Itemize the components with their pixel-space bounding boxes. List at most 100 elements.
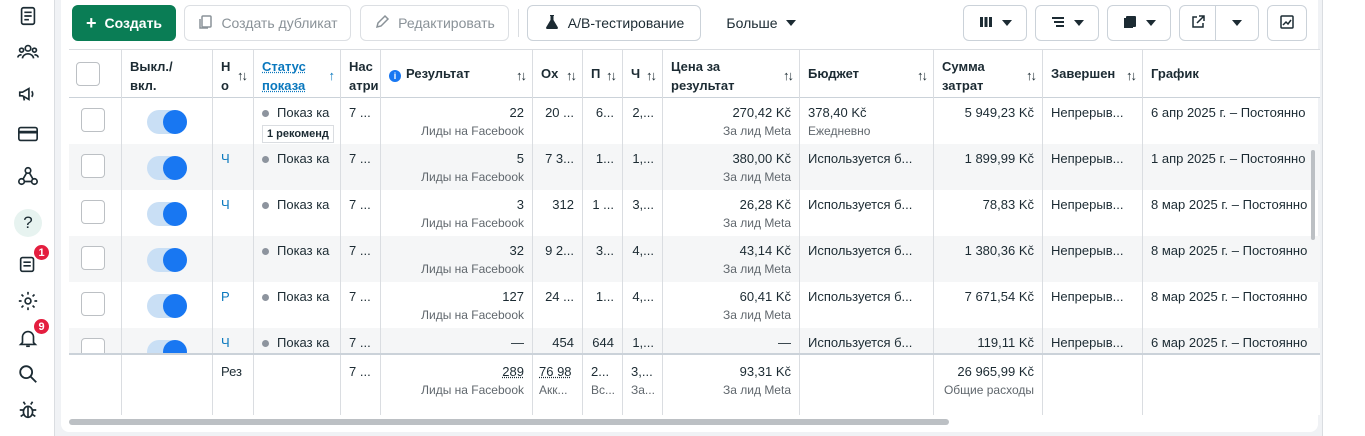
- billing-card-icon[interactable]: [14, 120, 42, 148]
- status-text: Показ ка: [277, 151, 330, 166]
- name-column-header[interactable]: Н о ↑↓: [213, 50, 254, 98]
- schedule-cell: 8 мар 2025 г. – Постоянно: [1151, 197, 1308, 212]
- chevron-down-icon: [1232, 20, 1242, 26]
- totals-row: Рез 7 ... 289 Лиды на Facebook 76 98 Акк…: [69, 353, 1320, 415]
- edit-button[interactable]: Редактировать: [360, 5, 509, 41]
- budget-cell: 378,40 Kč Ежедневно: [800, 98, 934, 144]
- megaphone-icon[interactable]: [14, 80, 42, 108]
- schedule-cell: 8 мар 2025 г. – Постоянно: [1151, 243, 1308, 258]
- chevron-down-icon: [785, 20, 796, 26]
- result-cell: 5 Лиды на Facebook: [381, 144, 533, 190]
- search-icon[interactable]: [14, 360, 42, 388]
- table-row[interactable]: Р Показ ка 7 ... 127 Лиды на Facebook 24 ... 1…: [69, 282, 1320, 328]
- recommendation-badge[interactable]: 1 рекоменд: [262, 125, 334, 143]
- flask-icon: [544, 14, 560, 33]
- campaign-toggle[interactable]: [147, 294, 187, 318]
- bell-icon[interactable]: 9: [14, 318, 50, 352]
- create-button[interactable]: + Создать: [72, 5, 176, 41]
- toggle-knob: [163, 248, 187, 272]
- columns-button[interactable]: [963, 5, 1027, 41]
- frequency-column-header[interactable]: Ч ↑↓: [623, 50, 663, 98]
- campaign-toggle[interactable]: [147, 110, 187, 134]
- toggle-knob: [163, 156, 187, 180]
- chart-icon: [1279, 14, 1295, 33]
- frequency-cell: 4,...: [623, 282, 663, 328]
- toggle-knob: [163, 294, 187, 318]
- table-row[interactable]: Показ ка 1 рекоменд 7 ... 22 Лиды на Faceboo…: [69, 98, 1320, 144]
- sort-icon: ↑↓: [783, 68, 794, 83]
- duplicate-button[interactable]: Создать дубликат: [184, 5, 351, 41]
- toggle-column-header[interactable]: Выкл./ вкл.: [122, 50, 213, 98]
- audience-icon[interactable]: [14, 38, 42, 66]
- budget-cell: Используется б...: [800, 282, 934, 328]
- horizontal-scrollbar[interactable]: [69, 419, 949, 425]
- budget-cell: Используется б...: [800, 144, 934, 190]
- row-checkbox[interactable]: [81, 292, 105, 316]
- charts-button[interactable]: [1267, 5, 1307, 41]
- table-row[interactable]: Показ ка 7 ... 32 Лиды на Facebook 9 2... 3..…: [69, 236, 1320, 282]
- budget-cell: Используется б...: [800, 190, 934, 236]
- row-checkbox[interactable]: [81, 200, 105, 224]
- result-column-header[interactable]: i Результат ↑↓: [381, 50, 533, 98]
- pages-icon[interactable]: [14, 2, 42, 30]
- reach-cell: 312: [533, 190, 583, 236]
- row-checkbox[interactable]: [81, 246, 105, 270]
- status-text: Показ ка: [277, 243, 330, 258]
- cost-per-result-cell: 270,42 Kč За лид Meta: [663, 98, 800, 144]
- row-checkbox[interactable]: [81, 154, 105, 178]
- reach-cell: 20 ...: [533, 98, 583, 144]
- row-checkbox[interactable]: [81, 108, 105, 132]
- attribution-column-header[interactable]: Нас атри: [341, 50, 381, 98]
- totals-amount-spent: 26 965,99 Kč Общие расходы: [934, 355, 1043, 415]
- chevron-down-icon: [1074, 20, 1084, 26]
- cost-per-result-column-header[interactable]: Цена за результат ↑↓: [663, 50, 800, 98]
- campaign-toggle[interactable]: [147, 248, 187, 272]
- toggle-cell: [122, 98, 213, 144]
- status-column-header[interactable]: Статус показа ↑: [254, 50, 341, 98]
- impressions-cell: 3...: [583, 236, 623, 282]
- totals-reach: 76 98 Акк...: [533, 355, 583, 415]
- impressions-column-header[interactable]: П ↑↓: [583, 50, 623, 98]
- campaign-name-link[interactable]: Р: [213, 282, 254, 328]
- campaign-name-link[interactable]: [213, 236, 254, 282]
- attribution-cell: 7 ...: [341, 98, 381, 144]
- table-row[interactable]: Ч Показ ка 7 ... 5 Лиды на Facebook 7 3... 1..…: [69, 144, 1320, 190]
- export-dropdown[interactable]: [1215, 5, 1259, 41]
- table-row[interactable]: Ч Показ ка 7 ... 3 Лиды на Facebook 312 1 ... 3…: [69, 190, 1320, 236]
- network-icon[interactable]: [14, 162, 42, 190]
- campaign-toggle[interactable]: [147, 202, 187, 226]
- help-icon[interactable]: ?: [14, 209, 42, 237]
- export-button[interactable]: [1179, 5, 1216, 41]
- select-all-checkbox[interactable]: [76, 62, 100, 86]
- more-dropdown[interactable]: Больше: [715, 5, 807, 41]
- campaign-name-link[interactable]: Ч: [213, 190, 254, 236]
- budget-column-header[interactable]: Бюджет ↑↓: [800, 50, 934, 98]
- status-dot-icon: [262, 248, 269, 256]
- schedule-cell: 6 апр 2025 г. – Постоянно: [1151, 105, 1306, 120]
- reach-column-header[interactable]: Ох ↑↓: [533, 50, 583, 98]
- attribution-cell: 7 ...: [341, 144, 381, 190]
- campaign-name-link[interactable]: [213, 98, 254, 144]
- amount-spent-column-header[interactable]: Сумма затрат ↑↓: [934, 50, 1043, 98]
- reach-cell: 7 3...: [533, 144, 583, 190]
- gear-icon[interactable]: [14, 287, 42, 315]
- vertical-scrollbar[interactable]: [1311, 150, 1315, 240]
- ends-cell: Непрерыв...: [1043, 282, 1143, 328]
- reach-cell: 24 ...: [533, 282, 583, 328]
- totals-attribution: 7 ...: [341, 355, 381, 415]
- sort-icon: ↑↓: [646, 68, 657, 83]
- attribution-cell: 7 ...: [341, 236, 381, 282]
- ends-column-header[interactable]: Завершен ↑↓: [1043, 50, 1143, 98]
- ab-test-button[interactable]: A/B-тестирование: [527, 5, 701, 41]
- reports-button[interactable]: [1107, 5, 1171, 41]
- schedule-column-header[interactable]: График: [1143, 50, 1320, 98]
- breakdown-button[interactable]: [1035, 5, 1099, 41]
- breakdown-icon: [1050, 14, 1066, 33]
- status-text: Показ ка: [277, 197, 330, 212]
- campaign-toggle[interactable]: [147, 156, 187, 180]
- notifications-list-icon[interactable]: 1: [14, 244, 50, 278]
- pencil-icon: [374, 14, 390, 33]
- amount-spent-cell: 5 949,23 Kč: [934, 98, 1043, 144]
- campaign-name-link[interactable]: Ч: [213, 144, 254, 190]
- bug-icon[interactable]: [14, 396, 42, 424]
